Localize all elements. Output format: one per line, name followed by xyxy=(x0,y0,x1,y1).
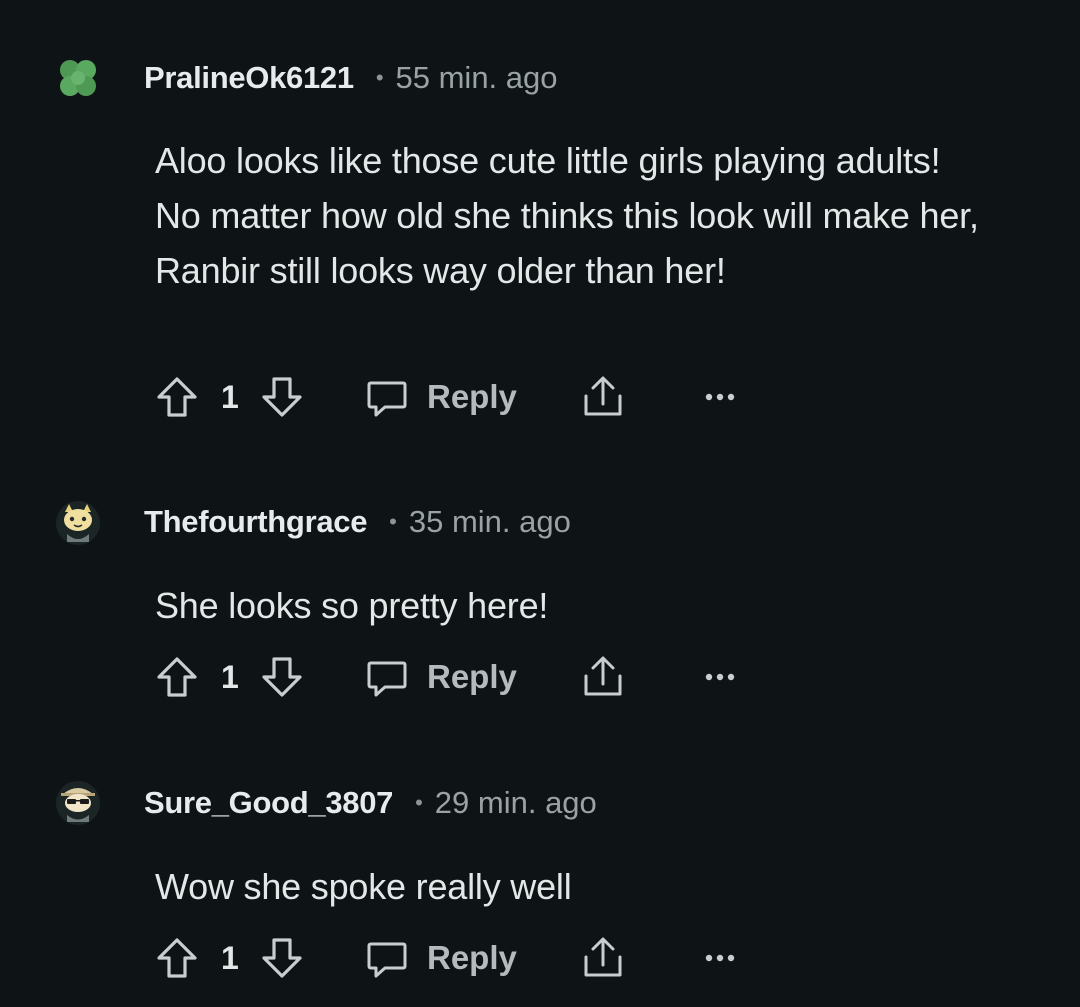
timestamp: 55 min. ago xyxy=(395,60,558,95)
share-icon xyxy=(584,376,622,416)
ellipsis-icon xyxy=(705,673,735,681)
separator-dot: • xyxy=(415,790,423,815)
arrow-down-icon xyxy=(262,938,302,978)
comment-actions: 1 Reply xyxy=(150,367,770,427)
separator-dot: • xyxy=(375,65,384,90)
username[interactable]: PralineOk6121 xyxy=(144,60,354,96)
share-button[interactable] xyxy=(580,647,626,707)
username[interactable]: Sure_Good_3807 xyxy=(144,785,393,821)
snoo-sunglasses-avatar-icon[interactable] xyxy=(55,780,101,826)
speech-bubble-icon xyxy=(367,381,407,417)
vote-count: 1 xyxy=(221,658,239,695)
ellipsis-icon xyxy=(705,954,735,962)
comment-meta: Sure_Good_3807 • 29 min. ago xyxy=(144,778,597,828)
upvote-button[interactable] xyxy=(155,367,199,427)
share-button[interactable] xyxy=(580,928,626,988)
vote-count: 1 xyxy=(221,939,239,976)
share-icon xyxy=(584,656,622,696)
arrow-down-icon xyxy=(262,377,302,417)
reply-button[interactable]: Reply xyxy=(365,928,517,988)
vote-count: 1 xyxy=(221,378,239,415)
comment-meta: Thefourthgrace • 35 min. ago xyxy=(144,497,571,547)
ellipsis-icon xyxy=(705,393,735,401)
speech-bubble-icon xyxy=(367,942,407,978)
comment-body: Wow she spoke really well xyxy=(155,866,572,907)
arrow-up-icon xyxy=(157,377,197,417)
upvote-button[interactable] xyxy=(155,647,199,707)
arrow-down-icon xyxy=(262,657,302,697)
comment-thread: PralineOk6121 • 55 min. ago Aloo looks l… xyxy=(0,0,1080,1007)
more-options-button[interactable] xyxy=(703,928,737,988)
downvote-button[interactable] xyxy=(260,928,304,988)
downvote-button[interactable] xyxy=(260,367,304,427)
comment-actions: 1 Reply xyxy=(150,647,770,707)
comment-meta: PralineOk6121 • 55 min. ago xyxy=(144,53,558,103)
timestamp: 35 min. ago xyxy=(408,504,571,539)
reply-button[interactable]: Reply xyxy=(365,647,517,707)
more-options-button[interactable] xyxy=(703,367,737,427)
comment-actions: 1 Reply xyxy=(150,928,770,988)
arrow-up-icon xyxy=(157,657,197,697)
more-options-button[interactable] xyxy=(703,647,737,707)
share-button[interactable] xyxy=(580,367,626,427)
share-icon xyxy=(584,937,622,977)
reply-button[interactable]: Reply xyxy=(365,367,517,427)
comment-body: She looks so pretty here! xyxy=(155,585,549,626)
speech-bubble-icon xyxy=(367,661,407,697)
clover-avatar-icon[interactable] xyxy=(55,56,101,102)
upvote-button[interactable] xyxy=(155,928,199,988)
downvote-button[interactable] xyxy=(260,647,304,707)
comment-body: Aloo looks like those cute little girls … xyxy=(155,140,979,291)
timestamp: 29 min. ago xyxy=(434,785,597,820)
arrow-up-icon xyxy=(157,938,197,978)
username[interactable]: Thefourthgrace xyxy=(144,504,367,540)
snoo-cat-avatar-icon[interactable] xyxy=(55,500,101,546)
separator-dot: • xyxy=(389,509,397,534)
